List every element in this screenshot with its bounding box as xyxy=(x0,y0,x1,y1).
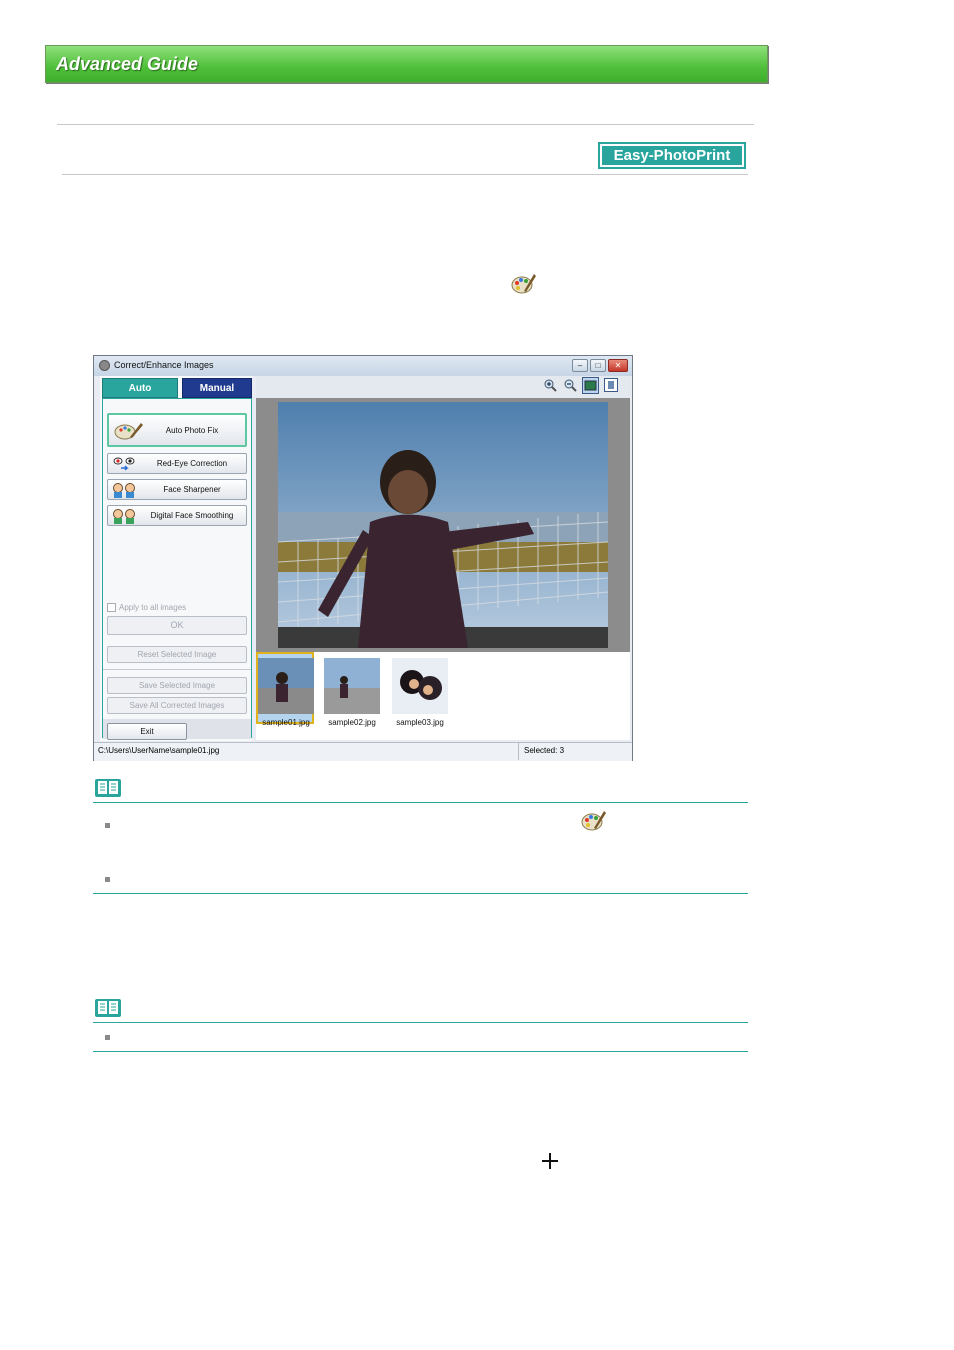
note-1-bullet-1 xyxy=(105,823,110,828)
red-eye-correction-label: Red-Eye Correction xyxy=(156,459,228,468)
header-banner: Advanced Guide xyxy=(45,45,768,83)
auto-tab-content: Auto Photo Fix Red-Eye Correction Face S… xyxy=(102,398,252,740)
apply-to-all-label: Apply to all images xyxy=(119,603,187,612)
window-title: Correct/Enhance Images xyxy=(114,360,214,370)
apply-to-all-checkbox[interactable] xyxy=(107,603,116,612)
reset-selected-image-button[interactable]: Reset Selected Image xyxy=(107,646,247,663)
thumbnail-name-3: sample03.jpg xyxy=(396,718,444,727)
face-smoothing-icon xyxy=(113,509,135,524)
status-separator xyxy=(518,743,519,760)
status-path: C:\Users\UserName\sample01.jpg xyxy=(98,746,220,755)
auto-photo-fix-label: Auto Photo Fix xyxy=(165,426,219,435)
palette-icon xyxy=(581,811,606,831)
maximize-button[interactable]: □ xyxy=(590,359,606,372)
preview-photo xyxy=(278,402,608,648)
red-eye-icon xyxy=(113,457,135,471)
app-icon xyxy=(99,360,110,371)
thumbnail-name-2: sample02.jpg xyxy=(328,718,376,727)
correct-enhance-window: Correct/Enhance Images – □ ✕ Auto Manual… xyxy=(93,355,633,761)
tab-manual[interactable]: Manual xyxy=(182,378,252,398)
ok-button[interactable]: OK xyxy=(107,616,247,635)
note-2-bullet-1 xyxy=(105,1035,110,1040)
header-title: Advanced Guide xyxy=(56,54,199,74)
thumbnail-image-2[interactable] xyxy=(324,658,380,714)
face-sharpener-label: Face Sharpener xyxy=(163,485,221,494)
exit-button[interactable]: Exit xyxy=(107,723,187,740)
status-bar: C:\Users\UserName\sample01.jpg Selected:… xyxy=(94,742,632,761)
face-sharpener-button[interactable]: Face Sharpener xyxy=(107,479,247,500)
note-1-bullet-2 xyxy=(105,877,110,882)
note-book-icon xyxy=(95,779,121,797)
whole-image-view-icon[interactable] xyxy=(582,377,599,394)
status-selected: Selected: 3 xyxy=(524,746,565,755)
note-1-bottom-rule xyxy=(93,893,748,894)
thumbnail-name-1: sample01.jpg xyxy=(262,718,310,727)
product-badge-label: Easy-PhotoPrint EX xyxy=(602,146,742,183)
thumbnail-strip: sample01.jpg sample02.jpg sample03.jpg xyxy=(256,652,630,740)
panel-divider xyxy=(103,669,251,670)
minimize-button[interactable]: – xyxy=(572,359,588,372)
digital-face-smoothing-label: Digital Face Smoothing xyxy=(150,511,234,520)
face-sharpener-icon xyxy=(113,483,135,498)
save-selected-image-button[interactable]: Save Selected Image xyxy=(107,677,247,694)
tab-auto[interactable]: Auto xyxy=(102,378,178,398)
auto-photo-fix-button[interactable]: Auto Photo Fix xyxy=(107,413,247,447)
zoom-in-icon[interactable] xyxy=(543,378,557,392)
note-1-top-rule xyxy=(93,802,748,803)
note-2-bottom-rule xyxy=(93,1051,748,1052)
note-2-top-rule xyxy=(93,1022,748,1023)
image-preview xyxy=(256,398,630,652)
thumbnail-image-1[interactable] xyxy=(258,658,314,714)
red-eye-correction-button[interactable]: Red-Eye Correction xyxy=(107,453,247,474)
divider-under-title xyxy=(62,174,748,175)
palette-icon xyxy=(511,274,536,294)
divider-top xyxy=(57,124,754,125)
list-view-icon[interactable] xyxy=(604,378,618,392)
note-book-icon xyxy=(95,999,121,1017)
close-button[interactable]: ✕ xyxy=(608,359,628,372)
product-badge: Easy-PhotoPrint EX xyxy=(598,142,746,183)
digital-face-smoothing-button[interactable]: Digital Face Smoothing xyxy=(107,505,247,526)
zoom-out-icon[interactable] xyxy=(563,378,577,392)
save-all-corrected-images-button[interactable]: Save All Corrected Images xyxy=(107,697,247,714)
window-titlebar: Correct/Enhance Images – □ ✕ xyxy=(94,356,632,376)
plus-icon xyxy=(542,1153,558,1169)
thumbnail-image-3[interactable] xyxy=(392,658,448,714)
left-panel: Auto Manual Auto Photo Fix Red-Eye Corre… xyxy=(100,376,252,741)
